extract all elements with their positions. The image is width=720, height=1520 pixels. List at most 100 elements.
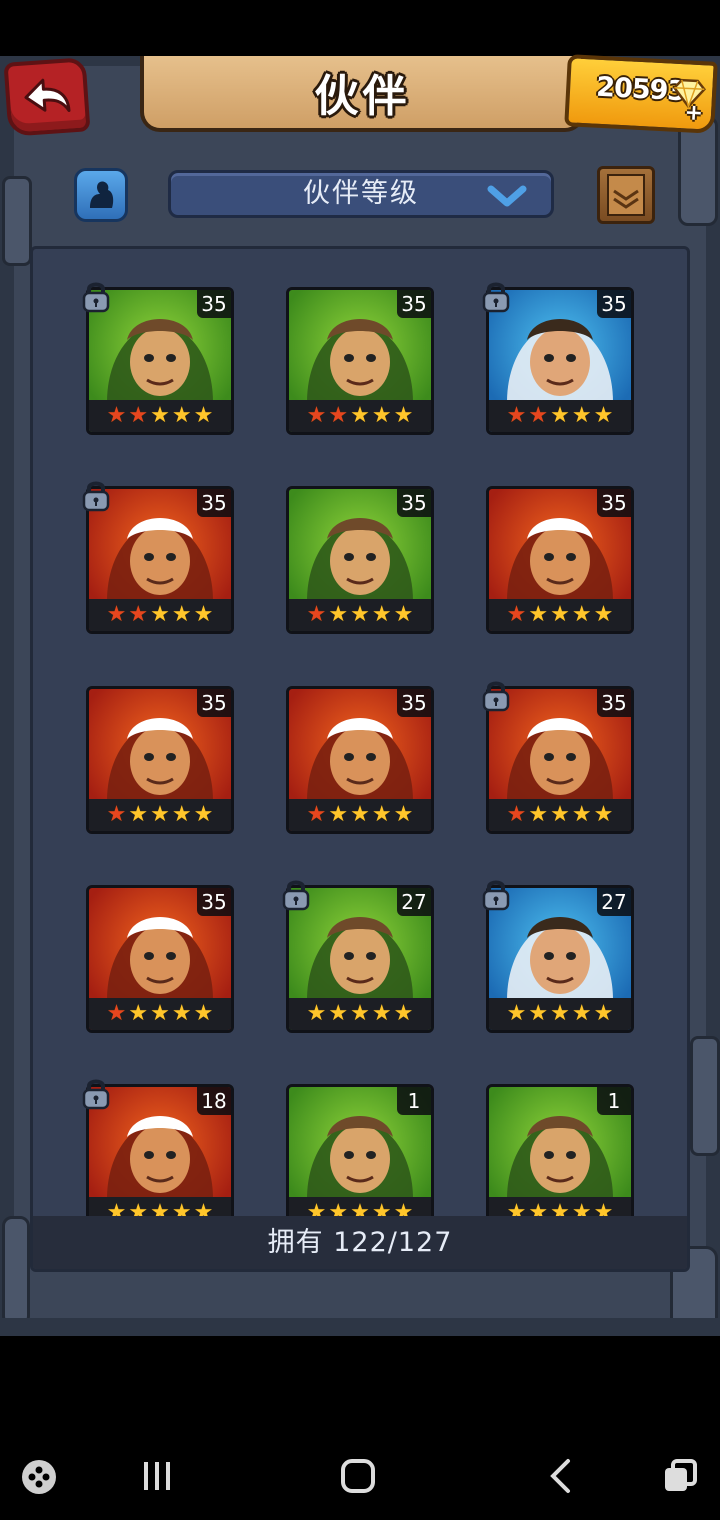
star-icon: ★	[371, 1001, 392, 1026]
star-rating: ★ ★ ★ ★ ★	[289, 400, 431, 432]
frame-bottom	[0, 1318, 720, 1336]
star-rating: ★ ★ ★ ★ ★	[289, 998, 431, 1030]
level-badge: 35	[397, 489, 431, 517]
lock-icon	[82, 282, 110, 313]
star-icon: ★	[593, 802, 614, 827]
book-icon	[607, 174, 645, 216]
star-icon: ★	[306, 602, 327, 627]
star-icon: ★	[128, 403, 149, 428]
star-icon: ★	[350, 602, 370, 627]
star-rating: ★ ★ ★ ★ ★	[89, 799, 231, 831]
star-rating: ★ ★ ★ ★ ★	[489, 799, 631, 831]
companion-filter-icon	[90, 181, 114, 208]
star-icon: ★	[550, 1001, 570, 1026]
star-icon: ★	[350, 403, 370, 428]
star-rating: ★ ★ ★ ★ ★	[489, 599, 631, 631]
frame-rock	[2, 1216, 30, 1326]
star-icon: ★	[350, 802, 370, 827]
star-icon: ★	[528, 403, 549, 428]
star-icon: ★	[371, 602, 392, 627]
level-badge: 35	[597, 689, 631, 717]
lock-icon	[82, 1079, 110, 1110]
companion-card[interactable]: 35 ★ ★ ★ ★ ★	[286, 287, 434, 435]
star-icon: ★	[528, 1001, 549, 1026]
status-bar	[0, 0, 720, 56]
star-icon: ★	[328, 602, 349, 627]
star-rating: ★ ★ ★ ★ ★	[489, 400, 631, 432]
star-rating: ★ ★ ★ ★ ★	[289, 599, 431, 631]
recent-apps-icon[interactable]	[140, 1460, 174, 1492]
companion-card[interactable]: 1 ★ ★ ★ ★ ★	[286, 1084, 434, 1232]
level-badge: 35	[197, 689, 231, 717]
companion-card[interactable]: 35 ★ ★ ★ ★ ★	[86, 686, 234, 834]
star-icon: ★	[528, 602, 549, 627]
star-icon: ★	[306, 802, 327, 827]
title-banner: 伙伴	[140, 56, 585, 132]
book-button[interactable]	[597, 166, 655, 224]
app-switcher-icon[interactable]	[662, 1458, 698, 1494]
sort-dropdown[interactable]: 伙伴等级	[168, 170, 554, 218]
star-icon: ★	[193, 602, 214, 627]
level-badge: 35	[597, 489, 631, 517]
filter-button[interactable]	[74, 168, 128, 222]
level-badge: 1	[597, 1087, 631, 1115]
lock-icon	[482, 681, 510, 712]
companion-card[interactable]: 35 ★ ★ ★ ★ ★	[286, 486, 434, 634]
star-icon: ★	[106, 802, 127, 827]
companion-card[interactable]: 35 ★ ★ ★ ★ ★	[486, 486, 634, 634]
back-arrow-icon	[24, 78, 71, 112]
star-icon: ★	[393, 403, 414, 428]
level-badge: 35	[197, 489, 231, 517]
star-icon: ★	[150, 602, 170, 627]
star-icon: ★	[106, 1001, 127, 1026]
plus-icon: +	[683, 100, 704, 127]
level-badge: 18	[197, 1087, 231, 1115]
level-badge: 35	[397, 689, 431, 717]
star-icon: ★	[506, 802, 527, 827]
star-icon: ★	[150, 403, 170, 428]
star-icon: ★	[528, 802, 549, 827]
star-icon: ★	[350, 1001, 370, 1026]
star-icon: ★	[571, 802, 592, 827]
star-icon: ★	[593, 403, 614, 428]
star-rating: ★ ★ ★ ★ ★	[89, 599, 231, 631]
page-title: 伙伴	[314, 71, 411, 122]
star-icon: ★	[171, 403, 192, 428]
star-icon: ★	[328, 403, 349, 428]
level-badge: 35	[197, 290, 231, 318]
star-icon: ★	[128, 1001, 149, 1026]
lock-icon	[282, 880, 310, 911]
lock-icon	[82, 481, 110, 512]
frame-rock	[690, 1036, 720, 1156]
star-icon: ★	[193, 403, 214, 428]
star-icon: ★	[393, 1001, 414, 1026]
star-icon: ★	[150, 1001, 170, 1026]
companion-roster[interactable]: 35 ★ ★ ★ ★ ★ 35 ★ ★ ★ ★ ★ 35 ★ ★ ★ ★ ★ 35 ★ ★ ★ ★ ★ 35 ★ ★ ★ ★ ★ 35 ★ ★ ★…	[30, 246, 690, 1272]
star-icon: ★	[506, 403, 527, 428]
companion-card[interactable]: 1 ★ ★ ★ ★ ★	[486, 1084, 634, 1232]
star-rating: ★ ★ ★ ★ ★	[89, 998, 231, 1030]
star-icon: ★	[106, 602, 127, 627]
star-icon: ★	[550, 602, 570, 627]
star-icon: ★	[106, 403, 127, 428]
star-icon: ★	[328, 1001, 349, 1026]
star-icon: ★	[550, 403, 570, 428]
gem-counter[interactable]: 20593 +	[564, 54, 718, 134]
home-icon[interactable]	[340, 1458, 376, 1494]
star-icon: ★	[393, 802, 414, 827]
star-icon: ★	[371, 802, 392, 827]
owned-count: 拥有 122/127	[33, 1216, 687, 1269]
back-nav-icon[interactable]	[548, 1458, 572, 1494]
star-icon: ★	[593, 1001, 614, 1026]
star-icon: ★	[171, 602, 192, 627]
game-launcher-icon[interactable]	[20, 1458, 58, 1496]
back-button[interactable]	[3, 57, 91, 137]
companion-card[interactable]: 35 ★ ★ ★ ★ ★	[86, 885, 234, 1033]
level-badge: 35	[597, 290, 631, 318]
star-icon: ★	[306, 403, 327, 428]
star-rating: ★ ★ ★ ★ ★	[489, 998, 631, 1030]
companion-card[interactable]: 35 ★ ★ ★ ★ ★	[286, 686, 434, 834]
star-icon: ★	[393, 602, 414, 627]
level-badge: 27	[397, 888, 431, 916]
star-icon: ★	[193, 1001, 214, 1026]
